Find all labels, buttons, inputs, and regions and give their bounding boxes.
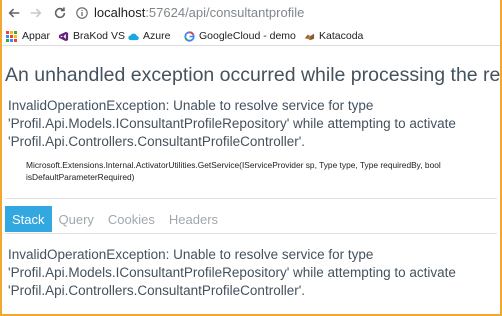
visual-studio-icon bbox=[58, 31, 69, 41]
address-bar[interactable]: localhost:57624/api/consultantprofile bbox=[94, 5, 304, 21]
bookmark-katacoda[interactable]: Katacoda bbox=[304, 28, 363, 44]
bookmark-brakod-vs[interactable]: BraKod VS bbox=[58, 28, 125, 44]
bookmark-label: BraKod VS bbox=[73, 30, 125, 42]
forward-button[interactable] bbox=[26, 3, 46, 23]
url-path: :57624/api/consultantprofile bbox=[145, 5, 305, 20]
apps-grid-icon bbox=[6, 30, 17, 42]
tab-stack[interactable]: Stack bbox=[5, 206, 52, 232]
tab-headers[interactable]: Headers bbox=[162, 206, 225, 232]
arrow-right-icon bbox=[30, 8, 42, 18]
tab-bar: Stack Query Cookies Headers bbox=[5, 206, 225, 232]
arrow-left-icon bbox=[8, 8, 20, 18]
page-title: An unhandled exception occurred while pr… bbox=[5, 64, 502, 86]
exception-frame[interactable]: Microsoft.Extensions.Internal.ActivatorU… bbox=[26, 159, 496, 183]
divider bbox=[5, 233, 497, 234]
reload-icon bbox=[54, 7, 66, 19]
error-page: An unhandled exception occurred while pr… bbox=[0, 47, 502, 316]
katacoda-icon bbox=[304, 33, 315, 40]
bookmark-label: Azure bbox=[143, 30, 171, 42]
tab-cookies[interactable]: Cookies bbox=[101, 206, 162, 232]
url-host: localhost bbox=[94, 5, 146, 20]
tab-query[interactable]: Query bbox=[52, 206, 101, 232]
back-button[interactable] bbox=[4, 3, 24, 23]
bookmark-label: Appar bbox=[22, 30, 51, 42]
cloud-icon bbox=[128, 33, 139, 40]
divider bbox=[5, 198, 497, 199]
bookmark-azure[interactable]: Azure bbox=[128, 28, 170, 44]
google-icon bbox=[184, 30, 195, 42]
bookmarks-bar: Appar BraKod VS Azure GoogleCloud - demo… bbox=[0, 26, 502, 46]
info-icon[interactable] bbox=[76, 7, 88, 19]
bookmark-googlecloud[interactable]: GoogleCloud - demo bbox=[184, 28, 296, 44]
browser-toolbar: localhost:57624/api/consultantprofile bbox=[0, 0, 502, 26]
reload-button[interactable] bbox=[50, 3, 70, 23]
exception-message: InvalidOperationException: Unable to res… bbox=[8, 98, 456, 149]
bookmark-label: Katacoda bbox=[319, 30, 364, 42]
bookmark-apps[interactable]: Appar bbox=[6, 28, 50, 44]
bookmark-label: GoogleCloud - demo bbox=[199, 30, 296, 42]
stack-exception-message: InvalidOperationException: Unable to res… bbox=[8, 247, 456, 298]
